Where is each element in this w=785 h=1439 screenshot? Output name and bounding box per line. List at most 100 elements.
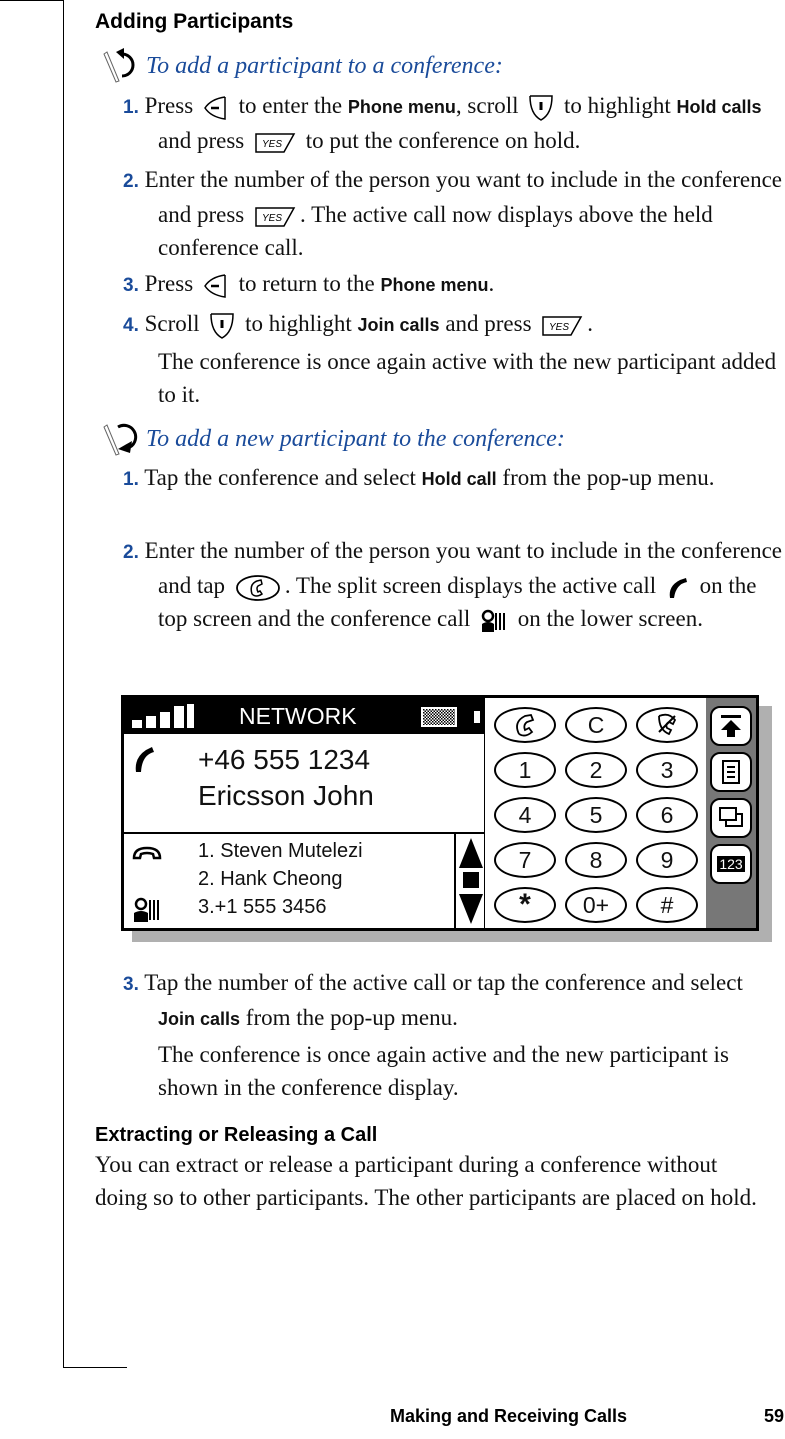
menu-item-name: Hold calls [676,97,762,117]
phone-screen: NETWORK +46 555 1234 Ericsson John 1. St… [121,695,759,931]
step-text: . The split screen displays the active c… [284,573,657,598]
active-call-name: Ericsson John [198,780,374,811]
key-1[interactable]: 1 [494,752,556,788]
step-text: . [587,311,594,336]
scroll-down-key-icon [529,94,554,121]
step-number: 3. [123,275,139,296]
conference-call-icon [481,609,505,632]
key-7[interactable]: 7 [494,842,556,878]
step-text: to enter the [238,93,343,118]
key-3[interactable]: 3 [636,752,698,788]
step-text: and press [445,311,532,336]
step-3: 3. Tap the number of the active call or … [123,966,783,1036]
yes-key-icon: YES [255,132,296,153]
upload-button[interactable] [710,706,752,746]
call-icon [516,713,535,737]
stylus-arrow-icon [103,48,135,83]
conference-participant[interactable]: 2. Hank Cheong [198,868,343,891]
step-text: and press [158,128,245,153]
key-2[interactable]: 2 [565,752,627,788]
step-text: on the lower screen. [517,606,703,631]
footer-chapter-title: Making and Receiving Calls [390,1406,628,1426]
call-key[interactable] [494,707,556,743]
step-text: to highlight [564,93,671,118]
key-8[interactable]: 8 [565,842,627,878]
step-text: to highlight [245,311,352,336]
end-call-icon [658,713,677,736]
menu-name: Phone menu [380,275,489,295]
page-number: 59 [764,1406,785,1426]
step-text: from the pop-up menu. [245,1005,458,1030]
procedure-title-1: To add a participant to a conference: [100,46,503,86]
key-5[interactable]: 5 [565,797,627,833]
step-text: Tap the conference and select [144,465,416,490]
active-call-icon [135,747,154,772]
key-6[interactable]: 6 [636,797,698,833]
scroll-up-arrow-icon[interactable] [459,838,483,868]
procedure-title-text: To add a participant to a conference: [146,52,503,79]
clear-key[interactable]: C [565,707,627,743]
scroll-thumb[interactable] [463,872,479,888]
status-bar: NETWORK [124,698,484,734]
conference-participant[interactable]: 1. Steven Mutelezi [198,840,363,863]
list-icon [722,760,740,784]
menu-item-name: Hold call [421,469,497,489]
side-toolbar: 123 [706,698,756,928]
step-1: 1. Tap the conference and select Hold ca… [123,461,783,496]
step-text: Tap the number of the active call or tap… [144,970,743,995]
signal-strength-icon [132,704,194,728]
conference-participant[interactable]: 3.+1 555 3456 [198,896,326,919]
back-key-icon [204,273,226,298]
active-call-icon [669,577,687,598]
key-0-plus[interactable]: 0+ [565,887,627,923]
step-2: 2. Enter the number of the person you wa… [123,163,783,264]
section-heading-adding-participants: Adding Participants [95,10,294,33]
numeric-mode-label: 123 [717,856,745,872]
end-call-key[interactable] [636,707,698,743]
held-conference-panel[interactable]: 1. Steven Mutelezi 2. Hank Cheong 3.+1 5… [124,834,484,928]
section-heading-extracting: Extracting or Releasing a Call [95,1124,378,1146]
menu-item-name: Join calls [158,1009,241,1029]
page-frame-left [63,0,64,1368]
svg-text:YES: YES [262,213,282,224]
key-9[interactable]: 9 [636,842,698,878]
step-text: Press [144,271,194,296]
scroll-down-key-icon [210,312,235,339]
yes-key-icon: YES [255,206,296,227]
svg-text:YES: YES [549,322,569,333]
key-4[interactable]: 4 [494,797,556,833]
step-text: to put the conference on hold. [305,128,581,153]
procedure-note-2: The conference is once again active and … [158,1042,729,1100]
section-body-extracting: You can extract or release a participant… [95,1152,757,1210]
step-4: 4. Scroll to highlight Join calls and pr… [123,307,783,342]
scroll-down-arrow-icon[interactable] [459,894,483,924]
step-2: 2. Enter the number of the person you wa… [123,534,783,635]
held-call-icon [132,846,162,860]
page-frame-bottom [63,1367,127,1368]
key-hash[interactable]: # [636,887,698,923]
back-key-icon [204,95,226,120]
step-number: 1. [123,97,139,118]
procedure-note-1: The conference is once again active with… [158,349,777,407]
step-text: from the pop-up menu. [502,465,715,490]
battery-icon [421,707,480,727]
step-text: Scroll [144,311,200,336]
active-call-panel[interactable]: +46 555 1234 Ericsson John [124,734,484,834]
step-number: 3. [123,974,139,995]
scrollbar[interactable] [454,834,486,928]
numeric-mode-button[interactable]: 123 [710,844,752,884]
step-1: 1. Press to enter the Phone menu, scroll… [123,89,783,157]
step-number: 1. [123,469,139,490]
menu-button[interactable] [710,752,752,792]
windows-button[interactable] [710,798,752,838]
step-text: , scroll [455,93,519,118]
step-3: 3. Press to return to the Phone menu. [123,267,783,302]
step-text: Press [144,93,194,118]
step-number: 2. [123,542,139,563]
windows-icon [719,807,743,827]
stylus-tap-icon [103,423,138,456]
step-text: to return to the [238,271,375,296]
network-name: NETWORK [239,703,357,729]
step-number: 2. [123,171,139,192]
key-star[interactable]: * [494,887,556,923]
